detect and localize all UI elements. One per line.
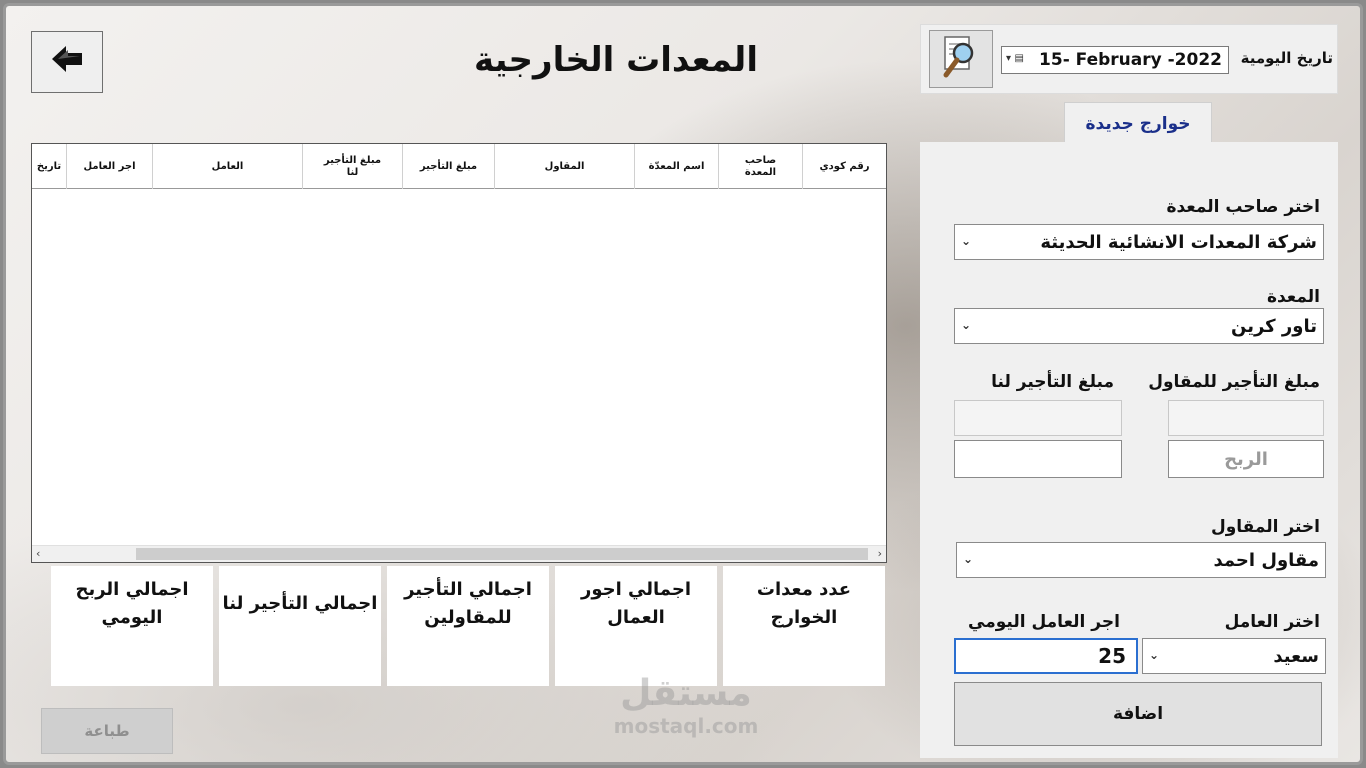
column-header[interactable]: العامل xyxy=(152,144,302,189)
owner-combo[interactable]: ⌄ شركة المعدات الانشائية الحديثة xyxy=(954,224,1324,260)
column-header[interactable]: تاريخ xyxy=(32,144,66,189)
total-profit-box: اجمالي الربح اليومي xyxy=(51,566,213,686)
profit-us-field[interactable] xyxy=(954,440,1122,478)
date-label: تاريخ اليومية xyxy=(1240,49,1333,67)
rent-contractor-input[interactable] xyxy=(1168,400,1324,436)
column-header[interactable]: رقم كودي xyxy=(802,144,886,189)
column-header[interactable]: مبلغ التأجير xyxy=(402,144,494,189)
worker-combo[interactable]: ⌄ سعيد xyxy=(1142,638,1326,674)
add-button[interactable]: اضافة xyxy=(954,682,1322,746)
records-grid[interactable]: رقم كودي صاحب المعدة اسم المعدّة المقاول… xyxy=(31,143,887,563)
equipment-label: المعدة xyxy=(1266,287,1320,307)
worker-wage-input[interactable]: 25 xyxy=(954,638,1138,674)
watermark: مستقل mostaql.com xyxy=(596,673,776,739)
worker-value: سعيد xyxy=(1273,645,1319,667)
chevron-down-icon: ⌄ xyxy=(961,234,972,248)
profit-field[interactable]: الربح xyxy=(1168,440,1324,478)
worker-label: اختر العامل xyxy=(1224,612,1320,632)
total-rent-contractors-box: اجمالي التأجير للمقاولين xyxy=(387,566,549,686)
magnifier-document-icon xyxy=(941,34,981,84)
contractor-value: مقاول احمد xyxy=(1213,549,1319,571)
calendar-dropdown-icon: ▾ ▤ xyxy=(1006,53,1024,64)
watermark-latin: mostaql.com xyxy=(613,714,759,738)
search-button[interactable] xyxy=(929,30,993,88)
date-picker[interactable]: ▾ ▤ 15- February -2022 xyxy=(1001,46,1229,74)
app-window: المعدات الخارجية ▾ ▤ 15- February -2022 … xyxy=(3,3,1363,765)
column-header[interactable]: المقاول xyxy=(494,144,634,189)
rent-contractor-label: مبلغ التأجير للمقاول xyxy=(1148,372,1320,392)
back-button[interactable] xyxy=(31,31,103,93)
new-entry-form: اختر صاحب المعدة ⌄ شركة المعدات الانشائي… xyxy=(920,142,1338,758)
equipment-combo[interactable]: ⌄ تاور كرين xyxy=(954,308,1324,344)
chevron-down-icon: ⌄ xyxy=(1149,648,1160,662)
grid-header: رقم كودي صاحب المعدة اسم المعدّة المقاول… xyxy=(32,144,886,189)
scroll-right-icon[interactable]: › xyxy=(878,547,882,560)
total-count-box: عدد معدات الخوارج xyxy=(723,566,885,686)
date-panel: ▾ ▤ 15- February -2022 تاريخ اليومية xyxy=(920,24,1338,94)
equipment-value: تاور كرين xyxy=(1231,315,1317,337)
scroll-left-icon[interactable]: ‹ xyxy=(36,547,40,560)
chevron-down-icon: ⌄ xyxy=(963,552,974,566)
horizontal-scrollbar[interactable]: ‹ › xyxy=(32,545,886,562)
column-header[interactable]: اجر العامل xyxy=(66,144,152,189)
worker-wage-label: اجر العامل اليومي xyxy=(968,612,1120,632)
page-title: المعدات الخارجية xyxy=(474,40,758,80)
contractor-label: اختر المقاول xyxy=(1210,517,1320,537)
chevron-down-icon: ⌄ xyxy=(961,318,972,332)
column-header[interactable]: صاحب المعدة xyxy=(718,144,802,189)
scrollbar-thumb[interactable] xyxy=(136,548,868,560)
tab-new-external[interactable]: خوارج جديدة xyxy=(1064,102,1212,144)
watermark-arabic: مستقل xyxy=(620,673,752,714)
worker-wage-value: 25 xyxy=(1098,644,1126,668)
owner-value: شركة المعدات الانشائية الحديثة xyxy=(1040,231,1317,253)
column-header[interactable]: اسم المعدّة xyxy=(634,144,718,189)
total-wages-box: اجمالي اجور العمال xyxy=(555,566,717,686)
date-value: 15- February -2022 xyxy=(1039,50,1222,70)
contractor-combo[interactable]: ⌄ مقاول احمد xyxy=(956,542,1326,578)
rent-us-label: مبلغ التأجير لنا xyxy=(991,372,1114,392)
total-rent-us-box: اجمالي التأجير لنا xyxy=(219,566,381,686)
column-header[interactable]: مبلغ التأجير لنا xyxy=(302,144,402,189)
print-button[interactable]: طباعة xyxy=(41,708,173,754)
owner-label: اختر صاحب المعدة xyxy=(1166,197,1320,217)
rent-us-input[interactable] xyxy=(954,400,1122,436)
arrow-left-icon xyxy=(50,44,84,81)
